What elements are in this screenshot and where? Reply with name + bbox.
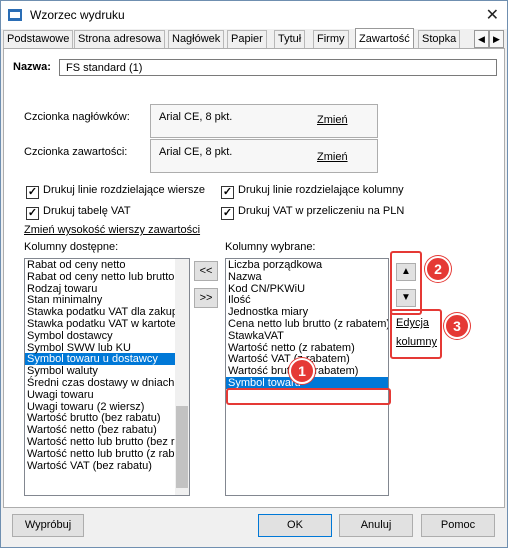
list-item[interactable]: Jednostka miary: [226, 306, 388, 318]
list-item[interactable]: Wartość netto lub brutto (z rabatem): [25, 448, 189, 460]
checkbox-row-lines-box[interactable]: ✓: [26, 186, 39, 199]
checkbox-vat-pln-box[interactable]: ✓: [221, 207, 234, 220]
list-item[interactable]: Symbol dostawcy: [25, 330, 189, 342]
preview-button[interactable]: Wypróbuj: [12, 514, 84, 537]
header-font-change-link[interactable]: Zmień: [317, 114, 348, 126]
checkbox-row-lines-label: Drukuj linie rozdzielające wiersze: [43, 184, 206, 196]
available-columns-label: Kolumny dostępne:: [24, 241, 119, 253]
content-font-label: Czcionka zawartości:: [24, 146, 128, 158]
header-font-box: Arial CE, 8 pkt. Zmień: [150, 104, 378, 138]
content-font-value: Arial CE, 8 pkt.: [159, 146, 233, 158]
list-item[interactable]: Nazwa: [226, 271, 388, 283]
tab-scroll-right-icon[interactable]: ▶: [489, 30, 504, 48]
list-item[interactable]: Wartość netto (bez rabatu): [25, 424, 189, 436]
list-item[interactable]: Wartość netto lub brutto (bez rabatu): [25, 436, 189, 448]
checkbox-vat-table[interactable]: ✓ Drukuj tabelę VAT: [26, 205, 131, 220]
close-icon[interactable]: ✕: [486, 5, 499, 25]
checkbox-vat-pln[interactable]: ✓ Drukuj VAT w przeliczeniu na PLN: [221, 205, 404, 220]
ok-button[interactable]: OK: [258, 514, 332, 537]
highlight-selected-item: [226, 388, 391, 405]
list-item[interactable]: Kod CN/PKWiU: [226, 283, 388, 295]
content-panel: Nazwa: FS standard (1) Czcionka nagłówkó…: [3, 48, 505, 508]
tab-zawartosc[interactable]: Zawartość: [355, 28, 414, 49]
app-icon: [8, 9, 22, 21]
remove-column-button[interactable]: <<: [194, 261, 218, 281]
list-item[interactable]: Uwagi towaru: [25, 389, 189, 401]
list-item[interactable]: Wartość VAT (bez rabatu): [25, 460, 189, 472]
list-item[interactable]: Stawka podatku VAT w kartotece: [25, 318, 189, 330]
selected-columns-label: Kolumny wybrane:: [225, 241, 316, 253]
available-columns-list[interactable]: Rabat od ceny netto Rabat od ceny netto l…: [24, 258, 190, 496]
available-list-scrollbar[interactable]: [175, 259, 189, 495]
add-column-button[interactable]: >>: [194, 288, 218, 308]
list-item[interactable]: Średni czas dostawy w dniach: [25, 377, 189, 389]
list-item[interactable]: Rabat od ceny netto: [25, 259, 189, 271]
annotation-badge-2: 2: [425, 256, 451, 282]
cancel-button[interactable]: Anuluj: [339, 514, 413, 537]
tab-tytul[interactable]: Tytuł: [274, 30, 306, 48]
list-item[interactable]: StawkaVAT: [226, 330, 388, 342]
checkbox-vat-table-box[interactable]: ✓: [26, 207, 39, 220]
list-item[interactable]: Cena netto lub brutto (z rabatem): [226, 318, 388, 330]
annotation-badge-3: 3: [444, 313, 470, 339]
tab-strona-adresowa[interactable]: Strona adresowa: [74, 30, 166, 48]
list-item[interactable]: Liczba porządkowa: [226, 259, 388, 271]
checkbox-column-lines[interactable]: ✓ Drukuj linie rozdzielające kolumny: [221, 184, 404, 199]
checkbox-row-lines[interactable]: ✓ Drukuj linie rozdzielające wiersze: [26, 184, 205, 199]
title-bar: Wzorzec wydruku ✕: [1, 1, 507, 29]
list-item[interactable]: Symbol towaru u dostawcy: [25, 353, 189, 365]
tab-naglowek[interactable]: Nagłówek: [168, 30, 225, 48]
window-title: Wzorzec wydruku: [30, 8, 125, 22]
dialog-window: Wzorzec wydruku ✕ Podstawowe Strona adre…: [0, 0, 508, 548]
tab-stopka[interactable]: Stopka: [418, 30, 461, 48]
content-font-change-link[interactable]: Zmień: [317, 151, 348, 163]
list-item[interactable]: Uwagi towaru (2 wiersz): [25, 401, 189, 413]
tab-firmy[interactable]: Firmy: [313, 30, 349, 48]
list-item[interactable]: Rabat od ceny netto lub brutto: [25, 271, 189, 283]
tab-strip: Podstawowe Strona adresowa Nagłówek Papi…: [3, 28, 505, 49]
tab-scroll-left-icon[interactable]: ◀: [474, 30, 489, 48]
highlight-order-buttons: [390, 251, 422, 315]
list-item[interactable]: Stan minimalny: [25, 294, 189, 306]
list-item[interactable]: Wartość brutto (bez rabatu): [25, 412, 189, 424]
checkbox-column-lines-label: Drukuj linie rozdzielające kolumny: [238, 184, 404, 196]
header-font-value: Arial CE, 8 pkt.: [159, 111, 233, 123]
available-list-scroll-thumb[interactable]: [176, 406, 188, 488]
help-button[interactable]: Pomoc: [421, 514, 495, 537]
content-font-box: Arial CE, 8 pkt. Zmień: [150, 139, 378, 173]
checkbox-vat-table-label: Drukuj tabelę VAT: [43, 205, 131, 217]
checkbox-vat-pln-label: Drukuj VAT w przeliczeniu na PLN: [238, 205, 405, 217]
list-item[interactable]: Symbol waluty: [25, 365, 189, 377]
annotation-badge-1: 1: [289, 358, 315, 384]
checkbox-column-lines-box[interactable]: ✓: [221, 186, 234, 199]
list-item[interactable]: Ilość: [226, 294, 388, 306]
tab-podstawowe[interactable]: Podstawowe: [3, 30, 74, 48]
list-item[interactable]: Symbol SWW lub KU: [25, 342, 189, 354]
list-item[interactable]: Wartość netto (z rabatem): [226, 342, 388, 354]
name-label: Nazwa:: [13, 61, 51, 73]
highlight-edit-link: [390, 309, 442, 359]
name-input[interactable]: FS standard (1): [59, 59, 497, 76]
row-height-link[interactable]: Zmień wysokość wierszy zawartości: [24, 224, 200, 236]
header-font-label: Czcionka nagłówków:: [24, 111, 130, 123]
tab-papier[interactable]: Papier: [227, 30, 267, 48]
list-item[interactable]: Rodzaj towaru: [25, 283, 189, 295]
list-item[interactable]: Stawka podatku VAT dla zakupu: [25, 306, 189, 318]
